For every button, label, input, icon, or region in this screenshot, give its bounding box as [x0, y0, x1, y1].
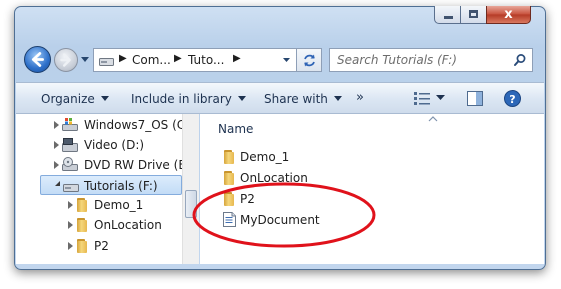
tree-item-label: Tutorials (F:): [84, 179, 158, 193]
include-in-library-button[interactable]: Include in library: [131, 92, 246, 106]
breadcrumb-computer[interactable]: Com...: [132, 53, 171, 67]
minimize-icon: [444, 16, 453, 19]
tree-item-p2[interactable]: P2: [16, 236, 182, 256]
tree-item-demo-1[interactable]: Demo_1: [16, 195, 182, 215]
search-box[interactable]: Search Tutorials (F:): [329, 48, 533, 72]
command-bar: Organize Include in library Share with »…: [16, 82, 544, 114]
expand-arrow-icon[interactable]: [54, 121, 59, 129]
chevron-down-icon: [237, 96, 246, 101]
close-icon: x: [504, 7, 513, 22]
maximize-button[interactable]: [460, 6, 487, 24]
chevron-down-icon: [333, 96, 342, 101]
recent-pages-chevron-down-icon[interactable]: [80, 54, 90, 64]
folder-icon: [75, 198, 89, 212]
tree-item-label: Windows7_OS (C:): [84, 118, 182, 132]
tree-item-video[interactable]: Video (D:): [16, 135, 182, 155]
tree-item-label: OnLocation: [94, 218, 162, 232]
back-button[interactable]: [24, 46, 51, 73]
preview-pane-icon[interactable]: [467, 91, 483, 106]
organize-menu-button[interactable]: Organize: [41, 92, 109, 106]
tree-item-label: Video (D:): [84, 138, 145, 152]
tree-item-label: P2: [94, 239, 109, 253]
dvd-drive-icon: [62, 157, 78, 171]
svg-text:?: ?: [509, 93, 515, 106]
refresh-button[interactable]: [296, 48, 322, 72]
title-bar[interactable]: x: [14, 6, 544, 26]
sort-ascending-icon: [428, 116, 438, 122]
tree-item-onlocation[interactable]: OnLocation: [16, 215, 182, 235]
navigation-pane: Windows7_OS (C:) Video (D:) DVD RW Drive…: [16, 114, 182, 264]
address-history-chevron-down-icon[interactable]: [278, 48, 295, 72]
breadcrumb-separator-icon[interactable]: ▶: [174, 53, 182, 64]
view-options-chevron-down-icon[interactable]: [436, 95, 445, 101]
list-item-label: Demo_1: [240, 150, 290, 164]
expand-arrow-icon[interactable]: [54, 161, 59, 169]
forward-button[interactable]: [54, 48, 78, 72]
tree-item-label: DVD RW Drive (E:): [84, 158, 182, 172]
search-icon[interactable]: [513, 53, 527, 67]
refresh-icon: [304, 54, 315, 67]
organize-label: Organize: [41, 92, 95, 106]
maximize-icon: [469, 10, 478, 18]
minimize-button[interactable]: [434, 6, 461, 24]
tree-item-windows7-os[interactable]: Windows7_OS (C:): [16, 115, 182, 135]
expand-arrow-icon[interactable]: [54, 141, 59, 149]
tree-item-tutorials-selected[interactable]: Tutorials (F:): [40, 175, 182, 195]
view-options-icon[interactable]: [414, 92, 430, 105]
video-drive-icon: [62, 138, 78, 152]
expand-arrow-icon[interactable]: [68, 242, 73, 250]
share-with-button[interactable]: Share with: [264, 92, 342, 106]
folder-icon: [75, 239, 89, 253]
breadcrumb-separator-icon[interactable]: ▶: [233, 53, 241, 64]
forward-arrow-icon: [60, 53, 71, 67]
chevron-down-icon: [100, 96, 109, 101]
close-button[interactable]: x: [486, 6, 531, 24]
hard-drive-windows-icon: [62, 118, 78, 131]
folder-icon: [222, 150, 236, 164]
back-arrow-icon: [31, 52, 44, 67]
breadcrumb-separator-icon[interactable]: ▶: [119, 53, 127, 64]
search-placeholder[interactable]: Search Tutorials (F:): [337, 53, 457, 67]
collapse-arrow-icon[interactable]: [55, 181, 60, 186]
help-icon[interactable]: ?: [504, 90, 521, 107]
usb-drive-icon: [63, 184, 79, 192]
breadcrumb-tutorials[interactable]: Tuto...: [188, 53, 224, 67]
tree-item-dvd-rw-drive[interactable]: DVD RW Drive (E:): [16, 155, 182, 175]
share-label: Share with: [264, 92, 328, 106]
highlight-ellipse-annotation: [192, 182, 376, 248]
include-label: Include in library: [131, 92, 232, 106]
computer-drive-icon: [99, 58, 114, 66]
tree-item-label: Demo_1: [94, 198, 144, 212]
more-commands-button[interactable]: »: [356, 90, 364, 105]
folder-icon: [75, 218, 89, 232]
name-column-header[interactable]: Name: [218, 122, 253, 136]
expand-arrow-icon[interactable]: [68, 221, 73, 229]
expand-arrow-icon[interactable]: [68, 201, 73, 209]
